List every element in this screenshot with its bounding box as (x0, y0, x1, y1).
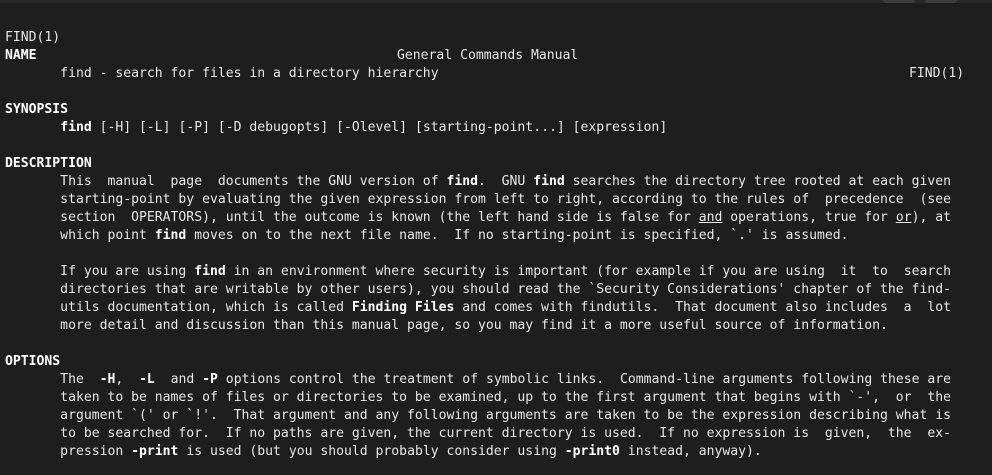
text-segment (5, 120, 60, 135)
section-heading-synopsis: SYNOPSIS (0, 101, 992, 119)
man-header: FIND(1) General Commands Manual FIND(1) (0, 11, 992, 81)
text-segment: . GNU (478, 174, 534, 189)
bold-term: -L (139, 372, 155, 387)
text-segment: and comes with findutils. That document … (454, 300, 951, 315)
section-heading-name: NAME (0, 47, 992, 65)
man-text-line: which point find moves on to the next fi… (0, 227, 992, 245)
man-text-line: find [-H] [-L] [-P] [-D debugopts] [-Ole… (0, 119, 992, 137)
section-heading-text: OPTIONS (5, 354, 61, 369)
text-segment: pression (5, 444, 132, 459)
text-segment: searches the directory tree rooted at ea… (564, 174, 952, 189)
section-heading-options: OPTIONS (0, 353, 992, 371)
man-text-line: starting-point by evaluating the given e… (0, 191, 992, 209)
text-segment: is used (but you should probably conside… (178, 444, 565, 459)
text-segment: , (115, 372, 140, 387)
bold-term: find (60, 120, 92, 135)
man-text-line: pression -print is used (but you should … (0, 443, 992, 461)
text-segment: operations, true for (722, 210, 896, 225)
text-segment: starting-point by evaluating the given e… (5, 192, 951, 207)
text-segment: utils documentation, which is called (5, 300, 352, 315)
man-text-line (0, 245, 992, 263)
text-segment: ), at (911, 210, 952, 225)
man-text-line: taken to be names of files or directorie… (0, 389, 992, 407)
text-segment: taken to be names of files or directorie… (5, 390, 951, 405)
text-segment: and (154, 372, 203, 387)
man-text-line: section OPERATORS), until the outcome is… (0, 209, 992, 227)
bold-term: -H (99, 372, 116, 387)
underlined-term: or (895, 210, 912, 225)
bold-term: find (446, 174, 479, 189)
bold-term: Finding Files (351, 300, 455, 315)
man-header-left: FIND(1) (5, 30, 61, 45)
text-segment: instead, anyway). (619, 444, 762, 459)
text-segment: to be searched for. If no paths are give… (5, 426, 951, 441)
section-heading-text: DESCRIPTION (5, 156, 92, 171)
text-segment: section OPERATORS), until the outcome is… (5, 210, 699, 225)
man-page-terminal[interactable]: FIND(1) General Commands Manual FIND(1) … (0, 0, 992, 475)
man-text-line: find - search for files in a directory h… (0, 65, 992, 83)
man-text-line: argument `(' or `!'. That argument and a… (0, 407, 992, 425)
man-text-line: more detail and discussion than this man… (0, 317, 992, 335)
bold-term: find (154, 228, 187, 243)
bold-term: find (194, 264, 226, 279)
text-segment: The (5, 372, 100, 387)
section-heading-text: SYNOPSIS (5, 102, 69, 117)
bold-term: -P (202, 372, 218, 387)
text-segment: argument `(' or `!'. That argument and a… (5, 408, 951, 423)
section-heading-description: DESCRIPTION (0, 155, 992, 173)
text-segment: directories that are writable by other u… (5, 282, 951, 297)
underlined-term: and (698, 210, 723, 225)
text-segment: moves on to the next file name. If no st… (186, 228, 849, 243)
text-segment: options control the treatment of symboli… (217, 372, 952, 387)
man-text-line: to be searched for. If no paths are give… (0, 425, 992, 443)
text-segment: If you are using (5, 264, 195, 279)
bold-term: find (533, 174, 565, 189)
bold-term: -print (131, 444, 179, 459)
man-text-line: directories that are writable by other u… (0, 281, 992, 299)
text-segment: This manual page documents the GNU versi… (5, 174, 447, 189)
bold-term: -print0 (564, 444, 620, 459)
text-segment: more detail and discussion than this man… (5, 318, 888, 333)
man-text-line: If you are using find in an environment … (0, 263, 992, 281)
text-segment: which point (5, 228, 155, 243)
section-heading-text: NAME (5, 48, 37, 63)
man-text-line: The -H, -L and -P options control the tr… (0, 371, 992, 389)
text-segment: [-H] [-L] [-P] [-D debugopts] [-Olevel] … (91, 120, 668, 135)
man-text-line: This manual page documents the GNU versi… (0, 173, 992, 191)
text-segment: in an environment where security is impo… (225, 264, 951, 279)
text-segment: find - search for files in a directory h… (5, 66, 439, 81)
man-text-line: utils documentation, which is called Fin… (0, 299, 992, 317)
